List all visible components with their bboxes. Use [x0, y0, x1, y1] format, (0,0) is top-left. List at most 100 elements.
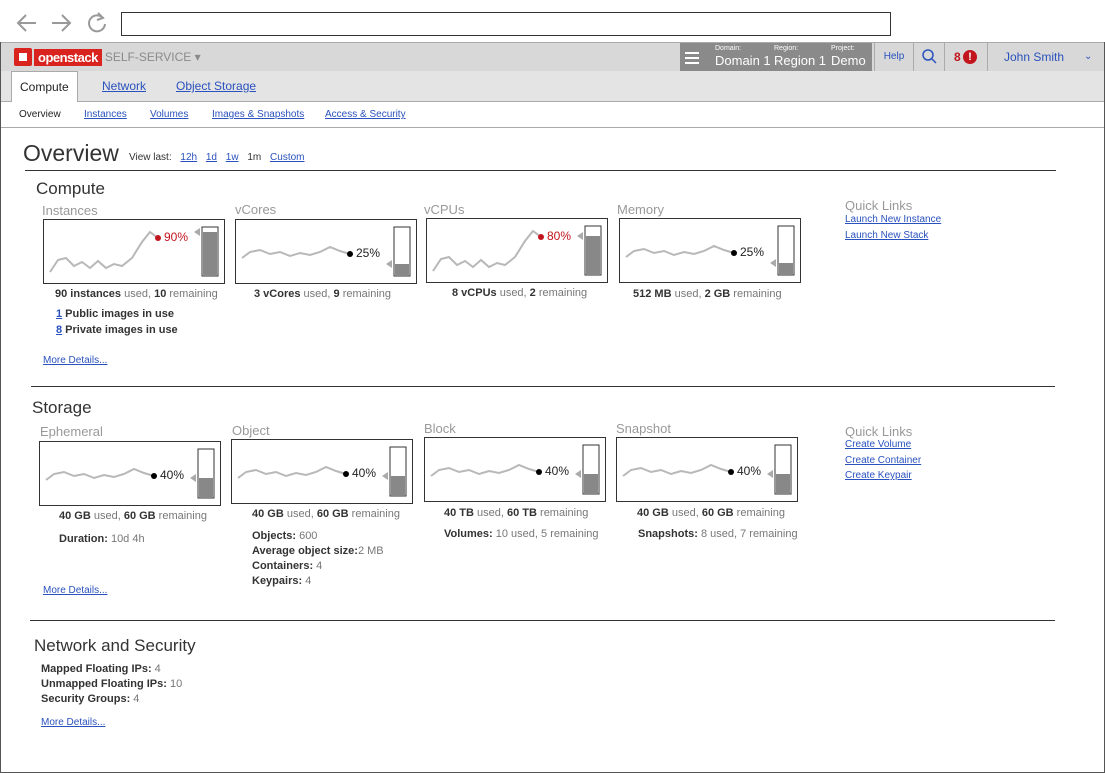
level-pointer — [382, 472, 388, 480]
sparkline-endpoint — [343, 471, 349, 477]
gauge-vcpus: 80% — [426, 218, 608, 283]
launch-new-instance-link[interactable]: Launch New Instance — [845, 214, 941, 225]
gauge-ephemeral: 40% — [39, 441, 221, 506]
object-count: Objects: 600 — [252, 530, 318, 542]
private-images: 8 Private images in use — [56, 324, 178, 336]
tab-network[interactable]: Network — [102, 71, 146, 101]
gauge-percent: 80% — [547, 229, 572, 243]
region-label: Region: — [774, 45, 799, 52]
gauge-graphic — [622, 444, 792, 495]
vcpus-usage: 8 vCPUs used, 2 remaining — [452, 287, 588, 299]
refresh-icon[interactable] — [84, 10, 110, 36]
level-bar-fill — [586, 236, 600, 275]
address-bar[interactable] — [121, 12, 891, 36]
project-value: Demo — [831, 53, 866, 68]
tab-compute[interactable]: Compute — [11, 71, 78, 103]
network-section-title: Network and Security — [34, 636, 196, 655]
subtab-access-security[interactable]: Access & Security — [325, 102, 406, 127]
compute-more-details-link[interactable]: More Details... — [43, 355, 107, 366]
gauge-label-block: Block — [424, 421, 456, 436]
level-bar-fill — [199, 478, 213, 498]
range-1d[interactable]: 1d — [206, 152, 217, 163]
sparkline-endpoint — [538, 234, 544, 240]
avg-object-size: Average object size:2 MB — [252, 545, 384, 557]
range-1w[interactable]: 1w — [226, 152, 239, 163]
logo[interactable]: openstack SELF-SERVICE ▾ — [14, 48, 201, 66]
gauge-percent: 90% — [164, 230, 189, 244]
region-value: Region 1 — [774, 53, 827, 68]
snapshot-usage: 40 GB used, 60 GB remaining — [637, 507, 785, 519]
object-usage: 40 GB used, 60 GB remaining — [252, 508, 400, 520]
create-container-link[interactable]: Create Container — [845, 455, 921, 466]
product-switcher[interactable]: SELF-SERVICE ▾ — [105, 50, 201, 64]
user-menu[interactable]: John Smith ⌄ — [987, 43, 1105, 71]
gauge-graphic — [625, 225, 795, 276]
back-arrow-icon[interactable] — [14, 10, 40, 36]
gauge-snapshot: 40% — [616, 437, 798, 502]
gauge-vcores: 25% — [235, 219, 417, 284]
domain-selector[interactable]: Domain: Domain 1 — [715, 45, 771, 68]
gauge-label-object: Object — [232, 423, 270, 438]
gauge-graphic — [241, 226, 411, 277]
gauge-percent: 25% — [740, 245, 765, 259]
launch-new-stack-link[interactable]: Launch New Stack — [845, 230, 928, 241]
context-selector[interactable]: Domain: Domain 1 Region: Region 1 Projec… — [680, 43, 872, 71]
sparkline — [49, 230, 159, 273]
subtab-instances[interactable]: Instances — [84, 102, 127, 127]
ephemeral-duration: Duration: 10d 4h — [59, 533, 145, 545]
project-label: Project: — [831, 45, 855, 52]
secondary-tabs: Overview Instances Volumes Images & Snap… — [1, 102, 1104, 128]
gauge-instances: 90% — [43, 219, 225, 284]
compute-section-title: Compute — [36, 179, 105, 198]
level-bar-fill — [391, 476, 405, 496]
unmapped-floating-ips: Unmapped Floating IPs: 10 — [41, 678, 183, 690]
subtab-volumes[interactable]: Volumes — [150, 102, 188, 127]
gauge-percent: 40% — [352, 466, 377, 480]
storage-more-details-link[interactable]: More Details... — [43, 585, 107, 596]
subtab-images-snapshots[interactable]: Images & Snapshots — [212, 102, 304, 127]
sparkline-endpoint — [536, 469, 542, 475]
snapshot-count: Snapshots: 8 used, 7 remaining — [638, 528, 798, 540]
memory-usage: 512 MB used, 2 GB remaining — [633, 288, 782, 300]
sparkline — [241, 245, 351, 259]
gauge-percent: 40% — [545, 464, 570, 478]
create-keypair-link[interactable]: Create Keypair — [845, 470, 912, 481]
gauge-block: 40% — [424, 437, 606, 502]
hamburger-menu-icon[interactable] — [685, 49, 699, 65]
gauge-graphic — [237, 446, 407, 497]
subtab-overview[interactable]: Overview — [19, 102, 61, 127]
level-bar-fill — [395, 264, 409, 276]
primary-tabs: Compute Network Object Storage — [1, 71, 1104, 103]
project-selector[interactable]: Project: Demo — [831, 45, 866, 68]
domain-label: Domain: — [715, 45, 742, 52]
network-more-details-link[interactable]: More Details... — [41, 717, 105, 728]
sparkline-endpoint — [155, 235, 161, 241]
instances-usage: 90 instances used, 10 remaining — [55, 288, 218, 300]
forward-arrow-icon[interactable] — [48, 10, 74, 36]
range-12h[interactable]: 12h — [180, 152, 197, 163]
gauge-percent: 25% — [356, 246, 381, 260]
level-bar-fill — [203, 232, 217, 276]
level-bar-fill — [584, 474, 598, 494]
range-custom[interactable]: Custom — [270, 152, 304, 163]
level-bar-fill — [779, 263, 793, 275]
notifications-button[interactable]: 8 ! — [944, 43, 987, 71]
openstack-logo-icon — [14, 48, 32, 66]
level-pointer — [575, 470, 581, 478]
container-count: Containers: 4 — [252, 560, 323, 572]
block-usage: 40 TB used, 60 TB remaining — [444, 507, 589, 519]
user-name: John Smith — [1004, 50, 1065, 64]
create-volume-link[interactable]: Create Volume — [845, 439, 911, 450]
help-link[interactable]: Help — [874, 43, 913, 71]
search-icon[interactable] — [913, 43, 944, 71]
tab-object-storage[interactable]: Object Storage — [176, 71, 256, 101]
page-title: Overview — [23, 140, 119, 166]
sparkline — [622, 463, 732, 477]
range-1m[interactable]: 1m — [247, 152, 261, 163]
gauge-label-vcpus: vCPUs — [424, 202, 465, 217]
browser-chrome — [0, 0, 1105, 42]
sparkline — [432, 229, 542, 272]
volume-count: Volumes: 10 used, 5 remaining — [444, 528, 599, 540]
gauge-label-vcores: vCores — [235, 202, 277, 217]
region-selector[interactable]: Region: Region 1 — [774, 45, 826, 68]
